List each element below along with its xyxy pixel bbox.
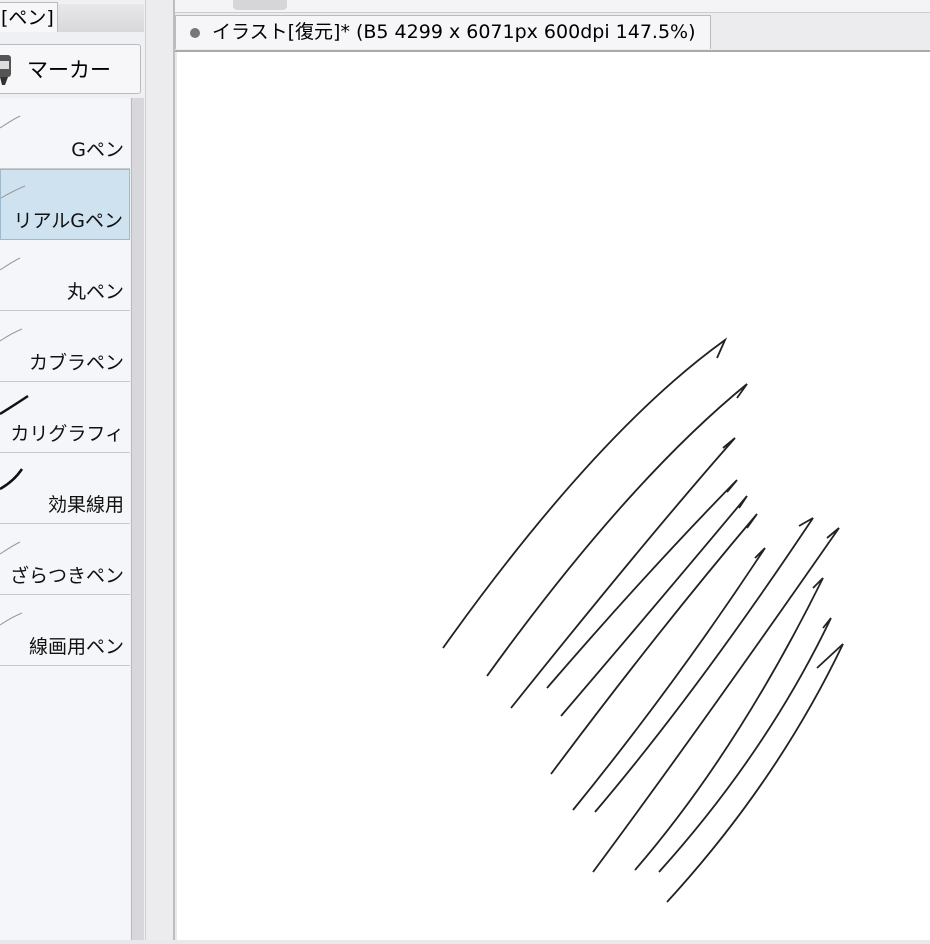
brush-label: ざらつきペン [9,565,124,587]
brush-stroke-preview-icon [0,328,23,342]
marker-group-button[interactable]: マーカー [0,44,141,94]
top-toolbar [175,0,930,13]
brush-item[interactable]: ざらつきペン [0,524,130,595]
pen-stroke [546,479,738,689]
document-tab-bar: イラスト[復元]* (B5 4299 x 6071px 600dpi 147.5… [175,13,930,52]
brush-item[interactable]: 効果線用 [0,453,130,524]
pen-strokes [442,337,844,903]
unsaved-dot-icon [190,27,200,38]
brush-label: カリグラフィ [10,423,124,445]
brush-stroke-preview-icon [0,541,21,555]
toolbar-handle[interactable] [233,0,287,10]
drawing-canvas[interactable] [177,52,930,940]
brush-item[interactable]: 線画用ペン [0,595,130,666]
brush-label: Gペン [71,139,124,161]
brush-list: GペンリアルGペン丸ペンカブラペンカリグラフィ効果線用ざらつきペン線画用ペン [0,98,130,940]
pen-stroke [592,527,840,873]
pen-stroke [560,495,748,717]
brush-label: 丸ペン [66,281,124,303]
marker-icon [0,51,19,87]
document-tab-title: イラスト[復元]* (B5 4299 x 6071px 600dpi 147.5… [212,21,696,43]
pen-stroke [634,577,824,871]
panel-divider[interactable] [145,0,175,940]
pen-stroke [594,517,814,813]
subtool-panel: [ペン] マーカー GペンリアルGペン丸ペンカブラペンカリグラフィ効果線用ざらつ… [0,0,145,940]
pen-stroke [510,437,736,709]
brush-label: 効果線用 [47,494,124,516]
pen-stroke [442,337,728,649]
brush-stroke-preview-icon [0,612,23,626]
brush-stroke-preview-icon [0,257,21,271]
brush-item[interactable]: Gペン [0,98,130,169]
brush-label: カブラペン [28,352,124,374]
brush-label: リアルGペン [13,210,123,232]
brush-stroke-preview-icon [0,468,24,491]
brush-stroke-preview-icon [0,115,21,129]
brush-list-scrollbar[interactable] [131,98,144,940]
marker-group-label: マーカー [27,58,111,82]
brush-item[interactable]: 丸ペン [0,240,130,311]
brush-item[interactable]: リアルGペン [0,169,130,240]
subtool-tab-pen[interactable]: [ペン] [0,2,58,32]
pen-stroke [572,547,766,811]
brush-stroke-preview-icon [1,185,26,199]
tab-strip [58,4,144,32]
brush-item[interactable]: カブラペン [0,311,130,382]
brush-label: 線画用ペン [28,636,124,658]
brush-stroke-preview-icon [0,394,29,416]
document-tab[interactable]: イラスト[復元]* (B5 4299 x 6071px 600dpi 147.5… [175,15,711,49]
pen-stroke [666,643,844,903]
brush-item[interactable]: カリグラフィ [0,382,130,453]
